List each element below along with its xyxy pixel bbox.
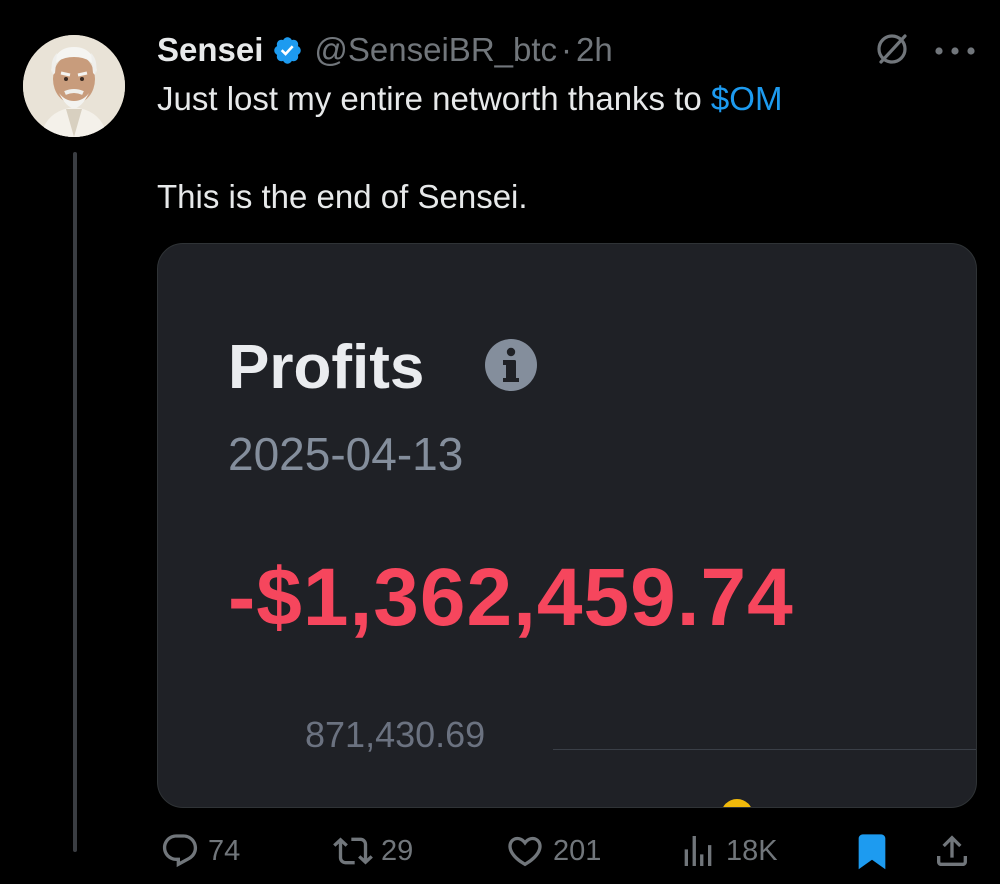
verified-badge-icon <box>272 35 303 66</box>
tweet-action-bar: 74 29 201 18K <box>0 826 1000 876</box>
separator-dot: · <box>561 31 573 68</box>
cashtag-link[interactable]: $OM <box>711 80 783 117</box>
more-options-icon[interactable] <box>933 44 977 56</box>
author-avatar[interactable] <box>23 35 125 137</box>
repost-count: 29 <box>381 834 414 867</box>
tweet-timestamp[interactable]: 2h <box>576 31 613 69</box>
author-name[interactable]: Sensei <box>157 31 263 69</box>
tweet-text-line-1: Just lost my entire networth thanks to $… <box>157 80 782 118</box>
tweet-text-prefix: Just lost my entire networth thanks to <box>157 80 711 117</box>
tweet-text-line-2: This is the end of Sensei. <box>157 178 528 215</box>
reply-count: 74 <box>208 834 241 867</box>
card-divider <box>553 749 976 750</box>
views-chart-icon <box>684 836 712 866</box>
card-secondary-value: 871,430.69 <box>305 714 486 755</box>
share-icon <box>937 835 967 866</box>
info-icon <box>483 337 539 393</box>
bookmark-button[interactable] <box>852 826 892 876</box>
like-count: 201 <box>553 834 602 867</box>
reply-button[interactable]: 74 <box>160 826 240 876</box>
heart-icon <box>508 836 542 867</box>
bookmark-filled-icon <box>858 834 886 870</box>
profit-amount: -$1,362,459.74 <box>228 552 794 643</box>
attached-image-card[interactable]: Profits 2025-04-13 -$1,362,459.74 871,43… <box>157 243 977 808</box>
repost-button[interactable]: 29 <box>333 826 413 876</box>
tweet-header: Sensei @SenseiBR_btc · 2h <box>157 30 613 70</box>
author-handle[interactable]: @SenseiBR_btc <box>314 31 557 69</box>
thread-connector-line <box>73 152 77 852</box>
like-button[interactable]: 201 <box>505 826 601 876</box>
share-button[interactable] <box>932 826 972 876</box>
card-title: Profits <box>228 333 425 402</box>
views-count: 18K <box>726 834 778 867</box>
reply-icon <box>162 834 198 868</box>
views-button[interactable]: 18K <box>678 826 778 876</box>
repost-icon <box>333 837 373 865</box>
card-partial-coin-icon <box>721 799 753 807</box>
card-date: 2025-04-13 <box>228 428 464 480</box>
grok-icon[interactable] <box>873 30 911 68</box>
